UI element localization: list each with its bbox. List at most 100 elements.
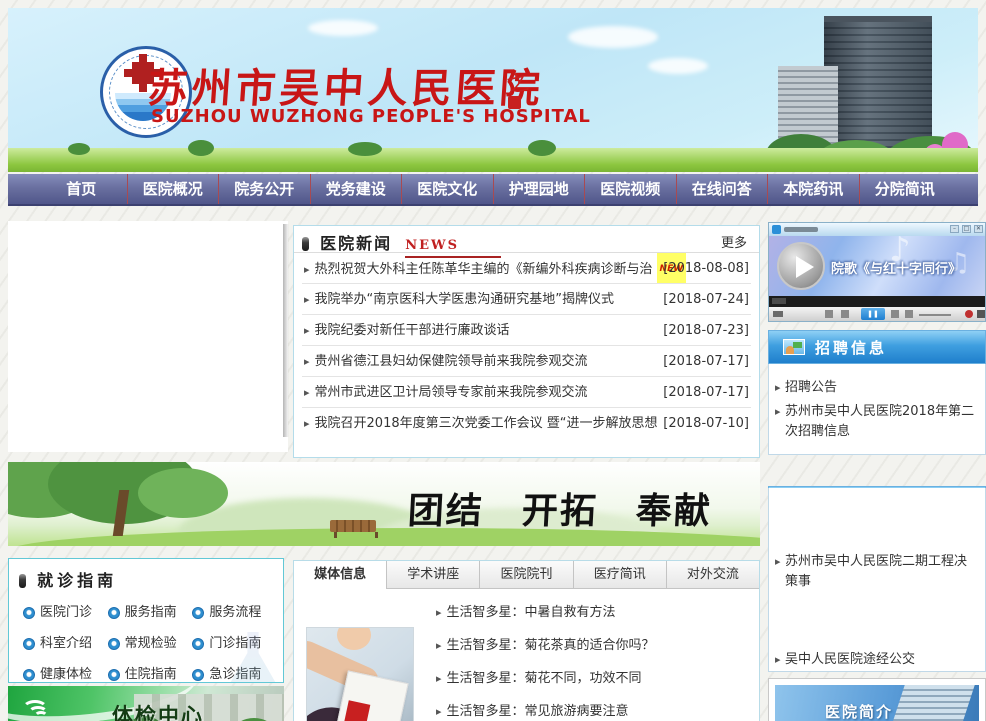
play-button[interactable] (777, 242, 825, 290)
minimize-icon[interactable]: – (950, 225, 959, 233)
arrow-bullet-icon (302, 416, 315, 431)
tab-media-info[interactable]: 媒体信息 (294, 561, 386, 589)
guide-item-outpatient-guide[interactable]: 门诊指南 (192, 628, 277, 659)
guide-item-inpatient-guide[interactable]: 住院指南 (108, 659, 193, 683)
news-row[interactable]: 我院召开2018年度第三次党委工作会议 暨“进一步解放思想 [2018-07-1… (302, 408, 751, 439)
news-row[interactable]: 我院举办“南京医科大学医患沟通研究基地”揭牌仪式 [2018-07-24] (302, 284, 751, 315)
guide-panel: 就诊指南 医院门诊 服务指南 服务流程 科室介绍 常规检验 门诊指南 健康体检 … (8, 558, 284, 683)
media-photo[interactable] (306, 627, 414, 721)
hospital-name-en: SUZHOU WUZHONG PEOPLE'S HOSPITAL (151, 106, 591, 127)
video-caption: 院歌《与红十字同行》 (831, 258, 961, 277)
media-item-title[interactable]: 生活智多星：菊花茶真的适合你吗？ (447, 638, 655, 653)
nav-item-video[interactable]: 医院视频 (584, 174, 676, 204)
guide-item-routine-tests[interactable]: 常规检验 (108, 628, 193, 659)
announcement-item-label[interactable]: 苏州市吴中人民医院二期工程决策事 (785, 554, 967, 589)
news-item-title[interactable]: 我院举办“南京医科大学医患沟通研究基地”揭牌仪式 (315, 292, 614, 307)
tab-external-exchange[interactable]: 对外交流 (666, 561, 759, 589)
circle-arrow-icon (108, 607, 120, 619)
news-item-date: [2018-07-17] (663, 377, 749, 408)
guide-item-outpatient[interactable]: 医院门诊 (23, 597, 108, 628)
media-item-title[interactable]: 生活智多星：中暑自救有方法 (447, 605, 616, 620)
tree (348, 142, 382, 156)
media-item[interactable]: 生活智多星：菊花茶真的适合你吗？ (434, 634, 655, 653)
hospital-intro-image: 医院简介 (775, 685, 979, 721)
recruit-item-label[interactable]: 招聘公告 (785, 380, 837, 395)
nav-item-nursing[interactable]: 护理园地 (493, 174, 585, 204)
nav-item-qa[interactable]: 在线问答 (676, 174, 768, 204)
page: 苏州市吴中人民医院 SUZHOU WUZHONG PEOPLE'S HOSPIT… (0, 0, 986, 721)
volume-slider[interactable] (919, 314, 951, 316)
record-icon[interactable] (965, 310, 973, 318)
circle-arrow-icon (23, 607, 35, 619)
news-item-title[interactable]: 我院纪委对新任干部进行廉政谈话 (315, 323, 510, 338)
playlist-icon[interactable] (905, 310, 913, 318)
news-more-link[interactable]: 更多 (721, 232, 747, 251)
news-title: 医院新闻 (320, 234, 392, 253)
maximize-icon[interactable]: □ (962, 225, 971, 233)
fullscreen-icon[interactable] (977, 310, 985, 318)
close-icon[interactable]: ✕ (974, 225, 983, 233)
checkup-center-banner[interactable]: 体检中心 (8, 686, 284, 721)
building-tower (824, 16, 932, 156)
tree-canopy (138, 468, 228, 518)
announcement-item-label[interactable]: 吴中人民医院途经公交 (785, 652, 915, 667)
nav-item-culture[interactable]: 医院文化 (401, 174, 493, 204)
circle-arrow-icon (23, 669, 35, 681)
nav-item-open-affairs[interactable]: 院务公开 (218, 174, 310, 204)
news-row[interactable]: 热烈祝贺大外科主任陈革华主编的《新编外科疾病诊断与治NEW [2018-08-0… (302, 253, 751, 284)
media-item-title[interactable]: 生活智多星：菊花不同，功效不同 (447, 671, 642, 686)
menu-icon[interactable] (773, 311, 783, 317)
media-item[interactable]: 生活智多星：常见旅游病要注意 (434, 700, 629, 719)
guide-item-service-flow[interactable]: 服务流程 (192, 597, 277, 628)
guide-item-service-guide[interactable]: 服务指南 (108, 597, 193, 628)
slideshow-area[interactable] (8, 221, 288, 452)
nav-item-overview[interactable]: 医院概况 (127, 174, 219, 204)
nav-item-home[interactable]: 首页 (36, 174, 127, 204)
news-row[interactable]: 常州市武进区卫计局领导专家前来我院参观交流 [2018-07-17] (302, 377, 751, 408)
tab-hospital-journal[interactable]: 医院院刊 (479, 561, 572, 589)
previous-icon[interactable] (841, 310, 849, 318)
guide-header: 就诊指南 (9, 559, 283, 593)
player-controls: ❚❚ (769, 307, 985, 321)
nav-item-pharmacy[interactable]: 本院药讯 (767, 174, 859, 204)
news-item-title[interactable]: 贵州省德江县妇幼保健院领导前来我院参观交流 (315, 354, 588, 369)
arrow-bullet-icon (302, 292, 315, 307)
progress-label (772, 298, 786, 304)
header-grass-strip (8, 148, 978, 172)
news-item-title[interactable]: 热烈祝贺大外科主任陈革华主编的《新编外科疾病诊断与治 (315, 262, 653, 277)
news-item-date: [2018-07-24] (663, 284, 749, 315)
next-icon[interactable] (891, 310, 899, 318)
guide-item-health-checkup[interactable]: 健康体检 (23, 659, 108, 683)
media-item[interactable]: 生活智多星：菊花不同，功效不同 (434, 667, 642, 686)
stop-icon[interactable] (825, 310, 833, 318)
cloud-decoration (648, 58, 708, 74)
recruit-item[interactable]: 苏州市吴中人民医院2018年第二次招聘信息 (769, 402, 985, 442)
news-row[interactable]: 我院纪委对新任干部进行廉政谈话 [2018-07-23] (302, 315, 751, 346)
arrow-bullet-icon (434, 605, 447, 620)
announcement-item[interactable]: 苏州市吴中人民医院二期工程决策事 (769, 552, 985, 592)
media-item-title[interactable]: 生活智多星：常见旅游病要注意 (447, 704, 629, 719)
recruit-item[interactable]: 招聘公告 (769, 378, 985, 398)
bench (330, 520, 376, 532)
guide-item-departments[interactable]: 科室介绍 (23, 628, 108, 659)
news-panel: 医院新闻 NEWS 更多 热烈祝贺大外科主任陈革华主编的《新编外科疾病诊断与治N… (293, 225, 760, 458)
announcement-item[interactable]: 吴中人民医院途经公交 (769, 650, 985, 670)
arrow-bullet-icon (434, 704, 447, 719)
pause-button[interactable]: ❚❚ (861, 308, 885, 320)
news-item-title[interactable]: 我院召开2018年度第三次党委工作会议 暨“进一步解放思想 (315, 416, 658, 431)
hospital-intro-box[interactable]: 医院简介 (768, 678, 986, 721)
recruit-title: 招聘信息 (815, 337, 887, 358)
news-row[interactable]: 贵州省德江县妇幼保健院领导前来我院参观交流 [2018-07-17] (302, 346, 751, 377)
player-progress-bar[interactable] (769, 296, 985, 307)
nav-item-branch[interactable]: 分院简讯 (859, 174, 951, 204)
tree (188, 140, 214, 156)
recruit-item-label[interactable]: 苏州市吴中人民医院2018年第二次招聘信息 (785, 404, 974, 439)
tab-medical-briefs[interactable]: 医疗简讯 (573, 561, 666, 589)
media-tabs: 媒体信息 学术讲座 医院院刊 医疗简讯 对外交流 (294, 561, 759, 589)
news-header: 医院新闻 NEWS 更多 (294, 226, 759, 253)
news-item-title[interactable]: 常州市武进区卫计局领导专家前来我院参观交流 (315, 385, 588, 400)
nav-item-party[interactable]: 党务建设 (310, 174, 402, 204)
section-bullet-icon (19, 574, 26, 588)
tab-lectures[interactable]: 学术讲座 (386, 561, 479, 589)
media-item[interactable]: 生活智多星：中暑自救有方法 (434, 601, 616, 620)
